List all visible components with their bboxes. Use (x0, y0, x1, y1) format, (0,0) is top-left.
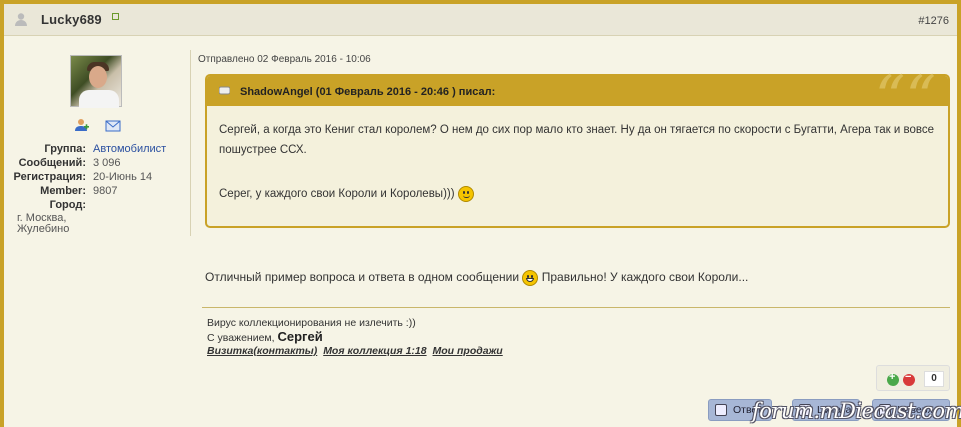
city-value: г. Москва, Жулебино (17, 212, 70, 235)
quote-author: ShadowAngel (01 Февраль 2016 - 20:46 ) п… (240, 86, 496, 98)
info-row-member: Member: 9807 (10, 184, 186, 198)
rep-minus-icon[interactable] (903, 371, 915, 386)
info-row-city: Город: (10, 198, 186, 212)
avatar[interactable] (70, 55, 122, 108)
message-text: Правильно! У каждого свои Короли... (541, 270, 749, 284)
signature-name: Сергей (277, 329, 323, 344)
signature-greeting: С уважением, (207, 332, 275, 344)
message-icon[interactable] (105, 118, 121, 132)
post-frame: Lucky689 #1276 Группа: Автомобилист Сообщ… (0, 0, 961, 427)
rep-plus-icon[interactable] (887, 371, 899, 386)
quote-text: Сергей, а когда это Кениг стал королем? … (219, 124, 935, 156)
author-sidebar: Группа: Автомобилист Сообщений: 3 096 Реги… (4, 36, 186, 236)
external-link-icon[interactable] (112, 13, 119, 20)
quote-text: Серег, у каждого свои Короли и Королевы)… (219, 188, 455, 200)
user-icon (15, 13, 27, 26)
add-friend-icon[interactable] (75, 118, 89, 132)
info-label: Группа: (44, 143, 86, 155)
quote-body: Сергей, а когда это Кениг стал королем? … (219, 120, 939, 204)
column-divider (190, 50, 191, 236)
smile-icon (457, 185, 474, 202)
watermark: forum.mDiecast.com (752, 399, 961, 423)
signature-divider (202, 307, 950, 308)
username[interactable]: Lucky689 (41, 12, 102, 27)
info-value: 9807 (93, 185, 118, 197)
sidebar-icons (75, 118, 125, 132)
post-header: Lucky689 #1276 (4, 4, 957, 36)
post-date: Отправлено 02 Февраль 2016 - 10:06 (198, 54, 371, 65)
quote-icon (219, 86, 230, 95)
post-number[interactable]: #1276 (918, 15, 949, 27)
grin-icon (522, 269, 539, 286)
info-label: Сообщений: (18, 157, 86, 169)
info-label: Member: (40, 185, 86, 197)
info-row-posts: Сообщений: 3 096 (10, 156, 186, 170)
link-my-sales[interactable]: Мои продажи (433, 345, 503, 357)
info-label: Регистрация: (13, 171, 86, 183)
group-link[interactable]: Автомобилист (93, 143, 166, 155)
author-info: Группа: Автомобилист Сообщений: 3 096 Реги… (10, 142, 186, 212)
link-business-card[interactable]: Визитка(контакты) (207, 345, 317, 357)
message-text: Отличный пример вопроса и ответа в одном… (205, 270, 520, 284)
info-value: 3 096 (93, 157, 121, 169)
rep-count: 0 (924, 371, 944, 387)
reply-icon (715, 404, 727, 416)
reputation-box: 0 (876, 365, 950, 391)
info-row-group: Группа: Автомобилист (10, 142, 186, 156)
signature-line: Вирус коллекционирования не излечить :)) (207, 317, 416, 329)
info-value: 20-Июнь 14 (93, 171, 153, 183)
signature: Вирус коллекционирования не излечить :))… (207, 317, 506, 358)
info-label: Город: (49, 199, 86, 211)
quote-header: ShadowAngel (01 Февраль 2016 - 20:46 ) п… (207, 68, 948, 128)
post-message: Отличный пример вопроса и ответа в одном… (205, 269, 748, 286)
info-row-registration: Регистрация: 20-Июнь 14 (10, 170, 186, 184)
quote-mark-icon: ““ (874, 63, 936, 133)
quote-block: ShadowAngel (01 Февраль 2016 - 20:46 ) п… (205, 68, 950, 228)
link-my-collection[interactable]: Моя коллекция 1:18 (323, 345, 426, 357)
